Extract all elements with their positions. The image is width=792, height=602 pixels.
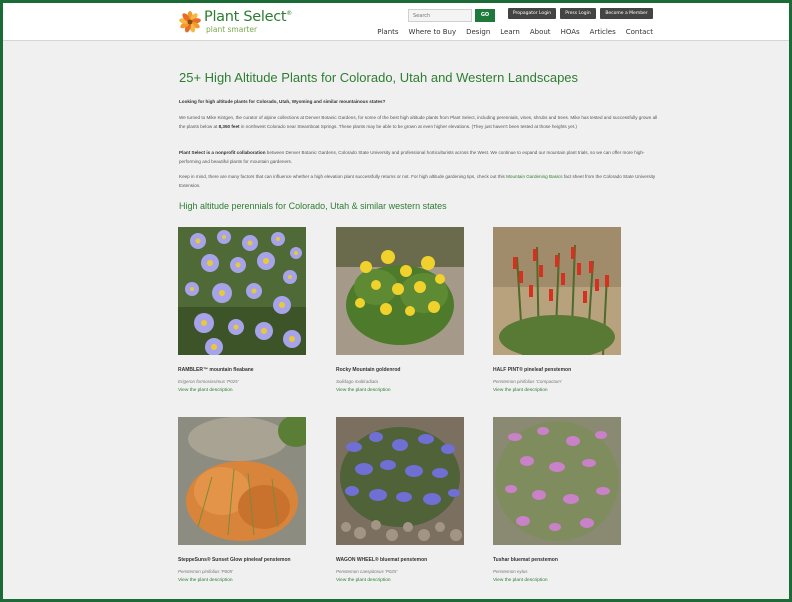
plant-name: Rocky Mountain goldenrod bbox=[336, 367, 401, 373]
plant-scientific-name: Penstemon pinifolius 'Compactum' bbox=[493, 379, 562, 384]
plant-card: SteppeSuns® Sunset Glow pineleaf penstem… bbox=[178, 417, 306, 583]
view-plant-link[interactable]: View the plant description bbox=[493, 388, 548, 393]
plant-name: RAMBLER™ mountain fleabane bbox=[178, 367, 254, 373]
main-nav: Plants Where to Buy Design Learn About H… bbox=[367, 28, 653, 36]
nav-plants[interactable]: Plants bbox=[377, 28, 398, 36]
nav-contact[interactable]: Contact bbox=[626, 28, 653, 36]
press-login-button[interactable]: Press Login bbox=[560, 8, 596, 19]
plant-card: WAGON WHEEL® bluemat penstemon Penstemon… bbox=[336, 417, 464, 583]
view-plant-link[interactable]: View the plant description bbox=[493, 578, 548, 583]
nav-learn[interactable]: Learn bbox=[500, 28, 520, 36]
nav-design[interactable]: Design bbox=[466, 28, 490, 36]
plant-card: RAMBLER™ mountain fleabane Erigeron form… bbox=[178, 227, 306, 393]
nav-articles[interactable]: Articles bbox=[590, 28, 616, 36]
plant-name: HALF PINT® pineleaf penstemon bbox=[493, 367, 572, 373]
brand-name: Plant Select® bbox=[204, 9, 292, 25]
view-plant-link[interactable]: View the plant description bbox=[336, 388, 391, 393]
plant-card: HALF PINT® pineleaf penstemon Penstemon … bbox=[493, 227, 621, 393]
orange-penstemon-photo[interactable] bbox=[178, 417, 306, 545]
search-input[interactable] bbox=[408, 9, 472, 22]
become-member-button[interactable]: Become a Member bbox=[600, 8, 653, 19]
nav-about[interactable]: About bbox=[530, 28, 551, 36]
view-plant-link[interactable]: View the plant description bbox=[178, 578, 233, 583]
page-title: 25+ High Altitude Plants for Colorado, U… bbox=[179, 70, 579, 85]
intro-paragraph: We turned to Mike Kintgen, the curator o… bbox=[179, 115, 658, 129]
intro-question: Looking for high altitude plants for Col… bbox=[179, 99, 386, 104]
nav-hoas[interactable]: HOAs bbox=[561, 28, 580, 36]
nonprofit-paragraph: Plant Select is a nonprofit collaboratio… bbox=[179, 150, 645, 164]
plant-card: Rocky Mountain goldenrod Solidago multir… bbox=[336, 227, 464, 393]
nav-where-to-buy[interactable]: Where to Buy bbox=[409, 28, 457, 36]
propagator-login-button[interactable]: Propagator Login bbox=[508, 8, 556, 19]
red-penstemon-photo[interactable] bbox=[493, 227, 621, 355]
go-button[interactable]: GO bbox=[475, 9, 495, 22]
lavender-daisy-photo[interactable] bbox=[178, 227, 306, 355]
view-plant-link[interactable]: View the plant description bbox=[178, 388, 233, 393]
blue-penstemon-photo[interactable] bbox=[336, 417, 464, 545]
plant-name: Tushar bluemat penstemon bbox=[493, 557, 558, 563]
tips-paragraph: Keep in mind, there are many factors tha… bbox=[179, 174, 656, 188]
page-frame: Plant Select® plant smarter GO Propagato… bbox=[3, 3, 789, 599]
plant-scientific-name: Penstemon eylus bbox=[493, 569, 528, 574]
plant-select-logo[interactable]: Plant Select® plant smarter bbox=[179, 9, 292, 37]
plant-scientific-name: Erigeron formosissimus 'P025' bbox=[178, 379, 239, 384]
section-title: High altitude perennials for Colorado, U… bbox=[179, 201, 447, 211]
view-plant-link[interactable]: View the plant description bbox=[336, 578, 391, 583]
plant-scientific-name: Solidago multiradiata bbox=[336, 379, 379, 384]
plant-name: SteppeSuns® Sunset Glow pineleaf penstem… bbox=[178, 557, 291, 563]
brand-tagline: plant smarter bbox=[206, 25, 258, 34]
plant-scientific-name: Penstemon pinifolius 'P005' bbox=[178, 569, 234, 574]
plant-scientific-name: Penstemon caespitosus 'P025' bbox=[336, 569, 398, 574]
pink-penstemon-photo[interactable] bbox=[493, 417, 621, 545]
yellow-flower-photo[interactable] bbox=[336, 227, 464, 355]
plant-card: Tushar bluemat penstemon Penstemon eylus… bbox=[493, 417, 621, 583]
plant-name: WAGON WHEEL® bluemat penstemon bbox=[336, 557, 428, 563]
mountain-gardening-link[interactable]: Mountain Gardening Basics bbox=[506, 174, 562, 179]
site-header: Plant Select® plant smarter GO Propagato… bbox=[3, 3, 789, 41]
flower-logo-icon bbox=[179, 11, 201, 33]
